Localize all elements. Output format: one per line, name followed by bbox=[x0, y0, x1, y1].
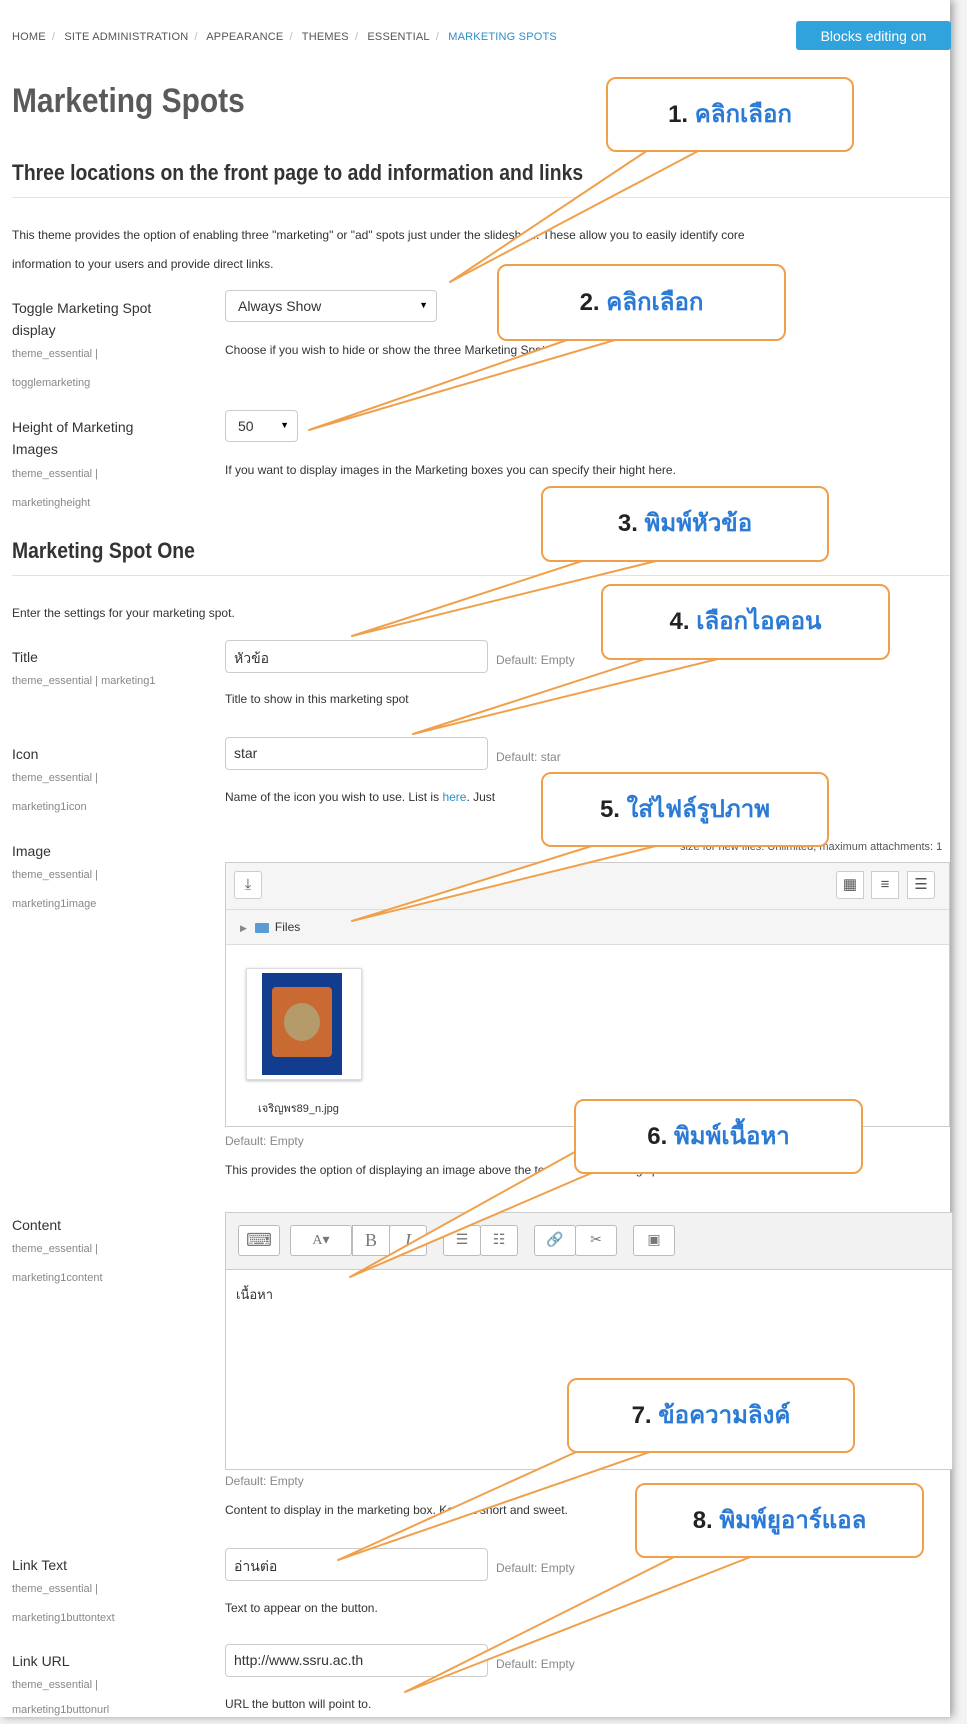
callout-8: 8. พิมพ์ยูอาร์แอล bbox=[635, 1483, 924, 1558]
callout-number: 4. bbox=[669, 608, 690, 635]
callout-2: 2. คลิกเลือก bbox=[497, 264, 786, 341]
callout-pointer-5 bbox=[351, 844, 661, 922]
callout-text: เลือกไอคอน bbox=[696, 608, 822, 635]
callout-number: 8. bbox=[692, 1507, 713, 1534]
callout-text: พิมพ์ยูอาร์แอล bbox=[719, 1507, 867, 1534]
callout-1: 1. คลิกเลือก bbox=[606, 77, 854, 152]
callout-text: คลิกเลือก bbox=[606, 289, 704, 316]
callout-text: ใส่ไฟล์รูปภาพ bbox=[626, 796, 771, 823]
callout-text: คลิกเลือก bbox=[694, 101, 792, 128]
callout-6: 6. พิมพ์เนื้อหา bbox=[574, 1099, 863, 1174]
callout-pointer-1 bbox=[449, 149, 701, 283]
callout-text: พิมพ์หัวข้อ bbox=[644, 510, 753, 537]
callout-7: 7. ข้อความลิงค์ bbox=[567, 1378, 855, 1453]
callout-5: 5. ใส่ไฟล์รูปภาพ bbox=[541, 772, 829, 847]
callout-text: ข้อความลิงค์ bbox=[658, 1402, 791, 1429]
callout-number: 5. bbox=[599, 796, 620, 823]
callout-pointer-8 bbox=[404, 1555, 754, 1693]
callout-pointers bbox=[308, 149, 754, 1693]
callout-number: 7. bbox=[631, 1402, 652, 1429]
callout-pointer-4 bbox=[412, 657, 723, 735]
callout-number: 2. bbox=[579, 289, 600, 316]
callout-pointer-2 bbox=[308, 339, 616, 431]
callout-number: 1. bbox=[668, 101, 689, 128]
callout-3: 3. พิมพ์หัวข้อ bbox=[541, 486, 829, 562]
callout-number: 6. bbox=[647, 1123, 668, 1150]
callout-4: 4. เลือกไอคอน bbox=[601, 584, 890, 660]
callout-text: พิมพ์เนื้อหา bbox=[673, 1123, 790, 1150]
callout-number: 3. bbox=[617, 510, 638, 537]
